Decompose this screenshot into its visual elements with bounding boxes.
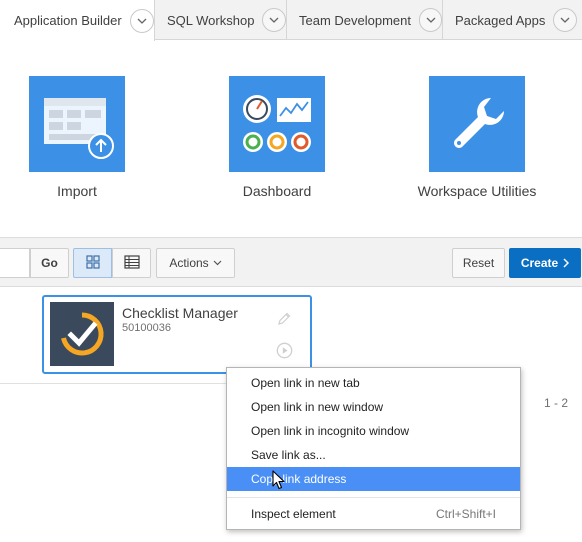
tab-application-builder[interactable]: Application Builder bbox=[0, 0, 155, 41]
app-title[interactable]: Checklist Manager bbox=[122, 305, 238, 321]
workspace-utilities-tile[interactable]: Workspace Utilities bbox=[387, 76, 567, 199]
actions-button[interactable]: Actions bbox=[156, 248, 235, 278]
report-toolbar: Go Actions Reset Create bbox=[0, 237, 582, 287]
table-icon bbox=[123, 254, 140, 272]
divider bbox=[0, 383, 226, 384]
chevron-down-icon[interactable] bbox=[553, 8, 578, 32]
top-tab-bar: Application Builder SQL Workshop Team De… bbox=[0, 0, 582, 41]
app-card-checklist-manager[interactable]: Checklist Manager 50100036 bbox=[42, 295, 312, 374]
tab-label: Packaged Apps bbox=[455, 12, 546, 28]
app-id: 50100036 bbox=[122, 322, 171, 334]
report-view-button[interactable] bbox=[112, 248, 151, 278]
workspace-utilities-label: Workspace Utilities bbox=[417, 183, 537, 199]
menu-item-inspect[interactable]: Inspect element Ctrl+Shift+I bbox=[227, 502, 520, 526]
menu-item-save-link[interactable]: Save link as... bbox=[227, 443, 520, 467]
dashboard-tile[interactable]: Dashboard bbox=[187, 76, 367, 199]
context-menu: Open link in new tab Open link in new wi… bbox=[226, 367, 521, 530]
inspect-shortcut: Ctrl+Shift+I bbox=[435, 507, 496, 521]
tab-sql-workshop[interactable]: SQL Workshop bbox=[155, 0, 287, 40]
menu-item-open-incognito[interactable]: Open link in incognito window bbox=[227, 419, 520, 443]
import-label: Import bbox=[57, 183, 97, 199]
tab-team-development[interactable]: Team Development bbox=[287, 0, 443, 40]
chevron-right-icon bbox=[563, 258, 570, 268]
run-icon[interactable] bbox=[276, 342, 293, 364]
tab-label: SQL Workshop bbox=[167, 12, 255, 28]
chevron-down-icon[interactable] bbox=[419, 8, 442, 32]
reset-button[interactable]: Reset bbox=[452, 248, 505, 278]
tab-packaged-apps[interactable]: Packaged Apps bbox=[443, 0, 582, 40]
menu-separator bbox=[227, 497, 520, 498]
create-button[interactable]: Create bbox=[509, 248, 581, 278]
mouse-cursor-icon bbox=[272, 470, 286, 495]
inspect-label: Inspect element bbox=[251, 507, 336, 521]
grid-icon bbox=[85, 254, 100, 272]
app-logo bbox=[50, 302, 114, 366]
import-tile[interactable]: Import bbox=[0, 76, 167, 199]
import-icon[interactable] bbox=[29, 76, 125, 172]
wrench-icon[interactable] bbox=[429, 76, 525, 172]
dashboard-icon[interactable] bbox=[229, 76, 325, 172]
dashboard-label: Dashboard bbox=[242, 183, 312, 199]
create-label: Create bbox=[520, 256, 559, 270]
actions-label: Actions bbox=[169, 256, 209, 270]
pagination-range: 1 - 2 bbox=[544, 396, 569, 410]
tab-label: Team Development bbox=[299, 12, 411, 28]
chevron-down-icon bbox=[213, 260, 222, 266]
chevron-down-icon[interactable] bbox=[262, 8, 286, 32]
pencil-icon[interactable] bbox=[276, 311, 292, 332]
menu-item-open-new-tab[interactable]: Open link in new tab bbox=[227, 371, 520, 395]
menu-item-copy-link[interactable]: Copy link address bbox=[227, 467, 520, 491]
icon-view-button[interactable] bbox=[73, 248, 112, 278]
search-input[interactable] bbox=[0, 248, 30, 278]
go-button[interactable]: Go bbox=[30, 248, 69, 278]
chevron-down-icon[interactable] bbox=[129, 8, 154, 33]
tab-label: Application Builder bbox=[14, 13, 122, 28]
menu-item-open-new-window[interactable]: Open link in new window bbox=[227, 395, 520, 419]
